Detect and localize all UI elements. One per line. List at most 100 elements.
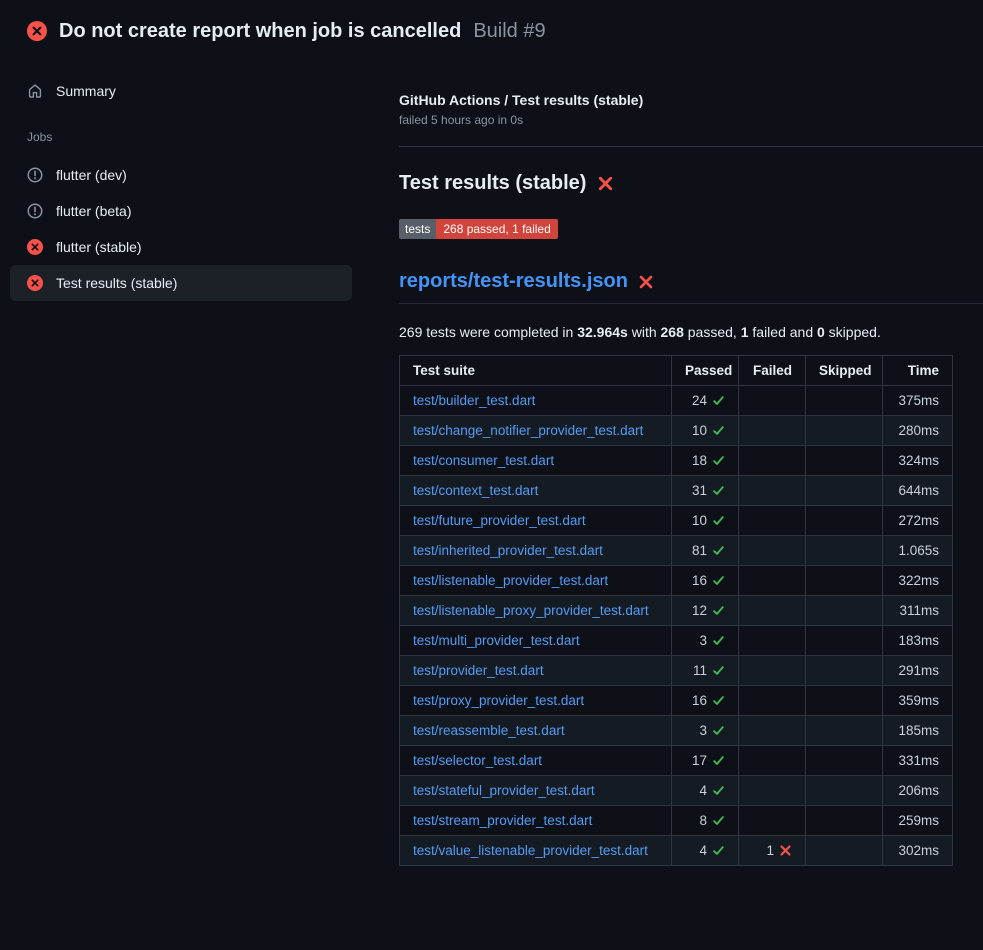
run-title: Do not create report when job is cancell… (59, 20, 461, 43)
test-suite-link[interactable]: test/proxy_provider_test.dart (413, 693, 584, 708)
table-row: test/reassemble_test.dart3185ms (400, 716, 953, 746)
passed-cell: 4 (672, 836, 739, 866)
sidebar-item-summary[interactable]: Summary (10, 73, 352, 109)
passed-cell-value: 4 (699, 783, 707, 798)
table-header-row: Test suite Passed Failed Skipped Time (400, 356, 953, 386)
test-suite-link[interactable]: test/context_test.dart (413, 483, 538, 498)
col-header-skipped: Skipped (806, 356, 883, 386)
passed-cell-value: 8 (699, 813, 707, 828)
time-cell: 183ms (883, 626, 953, 656)
skipped-cell (806, 806, 883, 836)
test-suite-link[interactable]: test/value_listenable_provider_test.dart (413, 843, 648, 858)
tests-status-badge: tests 268 passed, 1 failed (399, 219, 558, 239)
divider (399, 146, 983, 147)
test-suite-link[interactable]: test/change_notifier_provider_test.dart (413, 423, 643, 438)
skipped-cell (806, 386, 883, 416)
failed-cell (739, 506, 806, 536)
sidebar-job-flutter-stable[interactable]: flutter (stable) (10, 229, 352, 265)
badge-value: 268 passed, 1 failed (436, 219, 557, 239)
test-suite-link[interactable]: test/reassemble_test.dart (413, 723, 565, 738)
workflow-run-page: Do not create report when job is cancell… (0, 0, 983, 866)
check-icon (712, 544, 725, 557)
job-label: Test results (stable) (56, 275, 177, 291)
breadcrumb: GitHub Actions / Test results (stable) (399, 92, 983, 108)
sidebar-job-flutter-dev[interactable]: flutter (dev) (10, 157, 352, 193)
x-circle-icon (27, 275, 43, 291)
skipped-cell (806, 686, 883, 716)
test-suite-link[interactable]: test/builder_test.dart (413, 393, 535, 408)
test-suite-link[interactable]: test/provider_test.dart (413, 663, 544, 678)
time-cell: 291ms (883, 656, 953, 686)
time-cell: 280ms (883, 416, 953, 446)
table-row: test/value_listenable_provider_test.dart… (400, 836, 953, 866)
failed-cell (739, 716, 806, 746)
passed-cell-value: 3 (699, 723, 707, 738)
failed-cell (739, 746, 806, 776)
test-suite-link[interactable]: test/selector_test.dart (413, 753, 542, 768)
check-icon (712, 784, 725, 797)
x-circle-icon (27, 21, 47, 41)
test-suite-cell: test/change_notifier_provider_test.dart (400, 416, 672, 446)
jobs-section-heading: Jobs (27, 130, 352, 144)
check-icon (712, 814, 725, 827)
run-header: Do not create report when job is cancell… (0, 0, 983, 56)
passed-cell: 8 (672, 806, 739, 836)
table-row: test/listenable_proxy_provider_test.dart… (400, 596, 953, 626)
check-icon (712, 484, 725, 497)
test-suite-link[interactable]: test/listenable_provider_test.dart (413, 573, 608, 588)
failed-cell (739, 416, 806, 446)
passed-cell-value: 10 (692, 513, 707, 528)
check-icon (712, 634, 725, 647)
passed-cell-value: 17 (692, 753, 707, 768)
passed-cell: 16 (672, 566, 739, 596)
passed-cell-value: 12 (692, 603, 707, 618)
summary-text: 269 tests were completed in 32.964s with… (399, 324, 983, 340)
job-label: flutter (beta) (56, 203, 131, 219)
summary-passed-count: 268 (661, 324, 684, 340)
time-cell: 1.065s (883, 536, 953, 566)
failed-x-icon (638, 274, 654, 290)
failed-cell (739, 536, 806, 566)
test-suite-cell: test/provider_test.dart (400, 656, 672, 686)
col-header-test-suite: Test suite (400, 356, 672, 386)
passed-cell: 24 (672, 386, 739, 416)
job-label: flutter (stable) (56, 239, 142, 255)
test-suite-link[interactable]: test/multi_provider_test.dart (413, 633, 580, 648)
alert-circle-icon (27, 167, 43, 183)
test-suite-cell: test/consumer_test.dart (400, 446, 672, 476)
test-suite-cell: test/listenable_provider_test.dart (400, 566, 672, 596)
table-row: test/context_test.dart31644ms (400, 476, 953, 506)
build-number: Build #9 (473, 20, 545, 43)
table-row: test/provider_test.dart 11 291ms (400, 656, 953, 686)
summary-part: with (628, 324, 661, 340)
test-suite-cell: test/context_test.dart (400, 476, 672, 506)
failed-cell (739, 776, 806, 806)
table-row: test/multi_provider_test.dart 3 183ms (400, 626, 953, 656)
time-cell: 331ms (883, 746, 953, 776)
passed-cell: 3 (672, 626, 739, 656)
sidebar-job-flutter-beta[interactable]: flutter (beta) (10, 193, 352, 229)
table-row: test/selector_test.dart 17 331ms (400, 746, 953, 776)
passed-cell-value: 11 (693, 663, 707, 678)
passed-cell-value: 16 (692, 693, 707, 708)
test-suite-link[interactable]: test/inherited_provider_test.dart (413, 543, 603, 558)
table-row: test/stream_provider_test.dart8259ms (400, 806, 953, 836)
time-cell: 322ms (883, 566, 953, 596)
passed-cell-value: 24 (692, 393, 707, 408)
test-suite-link[interactable]: test/future_provider_test.dart (413, 513, 586, 528)
skipped-cell (806, 476, 883, 506)
test-suite-link[interactable]: test/stream_provider_test.dart (413, 813, 592, 828)
sidebar-job-test-results-stable[interactable]: Test results (stable) (10, 265, 352, 301)
time-cell: 359ms (883, 686, 953, 716)
time-cell: 311ms (883, 596, 953, 626)
report-file-link[interactable]: reports/test-results.json (399, 270, 628, 293)
test-suite-link[interactable]: test/stateful_provider_test.dart (413, 783, 595, 798)
check-icon (712, 604, 725, 617)
check-icon (712, 454, 725, 467)
test-suite-link[interactable]: test/consumer_test.dart (413, 453, 554, 468)
col-header-passed: Passed (672, 356, 739, 386)
skipped-cell (806, 776, 883, 806)
test-suite-link[interactable]: test/listenable_proxy_provider_test.dart (413, 603, 649, 618)
alert-circle-icon (27, 203, 43, 219)
jobs-list: flutter (dev) flutter (beta) flutter (stab… (10, 157, 352, 301)
